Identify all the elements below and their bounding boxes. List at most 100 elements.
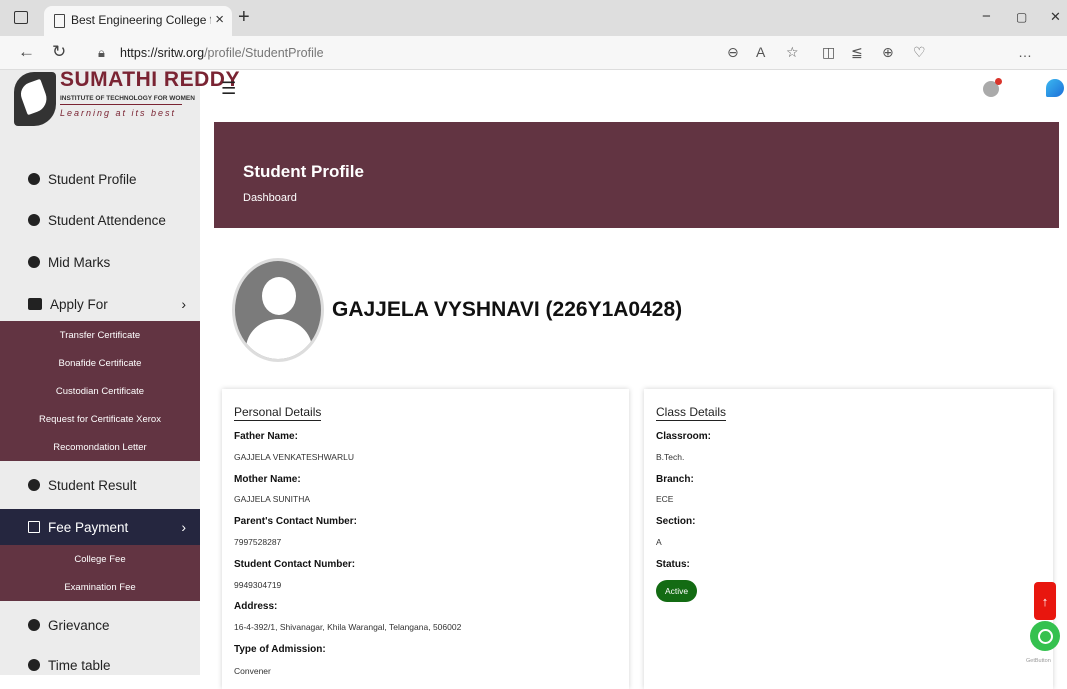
whatsapp-icon: [1037, 628, 1053, 644]
chevron-right-icon: ›: [181, 296, 186, 312]
profile-avatar-icon[interactable]: [983, 78, 1002, 97]
zoom-icon[interactable]: ⊖: [727, 44, 739, 61]
dashboard-icon: [28, 479, 40, 491]
college-logo[interactable]: SUMATHI REDDY INSTITUTE OF TECHNOLOGY FO…: [14, 68, 239, 130]
sidebar-item-mid-marks[interactable]: Mid Marks: [0, 244, 200, 280]
logo-title: SUMATHI REDDY: [60, 68, 240, 91]
chevron-right-icon: ›: [181, 519, 186, 535]
sidebar-item-label: Student Attendence: [48, 212, 166, 228]
sidebar: SUMATHI REDDY INSTITUTE OF TECHNOLOGY FO…: [0, 68, 239, 675]
classroom-label: Classroom:: [656, 431, 712, 442]
avatar: [232, 258, 324, 362]
submenu-transfer-certificate[interactable]: Transfer Certificate: [0, 321, 200, 349]
submenu-college-fee[interactable]: College Fee: [0, 545, 200, 573]
more-menu-icon[interactable]: …: [1018, 44, 1032, 60]
submenu-bonafide-certificate[interactable]: Bonafide Certificate: [0, 349, 200, 377]
close-window-button[interactable]: ✕: [1050, 9, 1061, 25]
classroom-value: B.Tech.: [656, 452, 685, 462]
status-badge: Active: [656, 580, 698, 602]
url-path: /profile/StudentProfile: [204, 46, 324, 60]
tab-close-icon[interactable]: ×: [215, 11, 224, 28]
url-input[interactable]: 🔒︎ https://sritw.org/profile/StudentProf…: [86, 40, 826, 66]
scroll-to-top-button[interactable]: ↑: [1034, 582, 1056, 620]
sidebar-item-grievance[interactable]: Grievance: [0, 607, 200, 643]
page-banner: Student Profile Dashboard: [214, 122, 1059, 228]
lock-icon[interactable]: 🔒︎: [98, 45, 105, 61]
hamburger-menu-icon[interactable]: ☰: [221, 79, 236, 99]
dashboard-icon: [28, 619, 40, 631]
url-host: https://sritw.org: [120, 46, 205, 60]
copilot-icon[interactable]: [1046, 79, 1064, 97]
breadcrumb[interactable]: Dashboard: [243, 192, 297, 204]
class-details-card: Class Details Classroom: B.Tech. Branch:…: [644, 389, 1053, 689]
logo-subtitle: INSTITUTE OF TECHNOLOGY FOR WOMEN: [60, 95, 195, 102]
new-tab-button[interactable]: +: [238, 6, 250, 29]
status-label: Status:: [656, 559, 690, 570]
address-value: 16-4-392/1, Shivanagar, Khila Warangal, …: [234, 622, 462, 632]
read-aloud-icon[interactable]: A: [756, 44, 765, 60]
browser-essentials-icon[interactable]: ♡: [913, 44, 926, 61]
sidebar-item-time-table[interactable]: Time table: [0, 647, 200, 683]
sidebar-item-fee-payment[interactable]: Fee Payment ›: [0, 509, 200, 545]
logo-divider: [60, 104, 182, 105]
minimize-button[interactable]: −: [982, 8, 991, 25]
submenu-custodian-certificate[interactable]: Custodian Certificate: [0, 377, 200, 405]
student-name: GAJJELA VYSHNAVI (226Y1A0428): [332, 298, 683, 321]
favorites-icon[interactable]: ≦: [851, 44, 863, 61]
parent-contact-label: Parent's Contact Number:: [234, 516, 357, 527]
branch-value: ECE: [656, 494, 674, 504]
sidebar-item-label: Apply For: [50, 296, 108, 312]
dashboard-icon: [28, 214, 40, 226]
users-icon: [28, 298, 42, 310]
sidebar-item-label: Fee Payment: [48, 519, 129, 535]
sidebar-item-apply-for[interactable]: Apply For ›: [0, 286, 200, 322]
logo-tagline: Learning at its best: [60, 108, 177, 118]
sidebar-item-student-attendence[interactable]: Student Attendence: [0, 202, 200, 238]
branch-label: Branch:: [656, 474, 694, 485]
sidebar-item-student-result[interactable]: Student Result: [0, 467, 200, 503]
sidebar-item-label: Mid Marks: [48, 254, 111, 270]
sidebar-item-label: Student Profile: [48, 171, 137, 187]
admission-type-label: Type of Admission:: [234, 644, 326, 655]
sidebar-item-label: Time table: [48, 657, 111, 673]
personal-details-title: Personal Details: [234, 405, 322, 421]
dashboard-icon: [28, 173, 40, 185]
submenu-request-certificate-xerox[interactable]: Request for Certificate Xerox: [0, 405, 200, 433]
refresh-icon[interactable]: ↻: [52, 42, 66, 62]
mother-name-label: Mother Name:: [234, 474, 301, 485]
browser-address-bar: ← ↻ 🔒︎ https://sritw.org/profile/Student…: [0, 36, 1067, 97]
collections-icon[interactable]: ⊕: [882, 44, 894, 61]
browser-tab[interactable]: Best Engineering College for Wo ×: [44, 6, 232, 36]
avatar-body: [246, 319, 312, 359]
split-screen-icon[interactable]: ◫: [822, 44, 835, 61]
class-details-title: Class Details: [656, 405, 727, 421]
logo-emblem: [14, 72, 56, 126]
sidebar-item-student-profile[interactable]: Student Profile: [0, 161, 200, 197]
page-title: Student Profile: [243, 162, 364, 181]
fee-payment-submenu: College Fee Examination Fee: [0, 545, 200, 601]
dashboard-icon: [28, 659, 40, 671]
sidebar-item-label: Student Result: [48, 477, 137, 493]
student-contact-label: Student Contact Number:: [234, 559, 356, 570]
browser-tab-bar: Best Engineering College for Wo × + − ▢ …: [0, 0, 1067, 36]
mother-name-value: GAJJELA SUNITHA: [234, 494, 311, 504]
sidebar-item-label: Grievance: [48, 617, 110, 633]
maximize-button[interactable]: ▢: [1016, 10, 1027, 24]
section-value: A: [656, 537, 662, 547]
address-label: Address:: [234, 601, 278, 612]
section-label: Section:: [656, 516, 696, 527]
list-icon: [28, 521, 40, 533]
father-name-value: GAJJELA VENKATESHWARLU: [234, 452, 354, 462]
tab-actions-icon[interactable]: [14, 11, 28, 24]
submenu-recomondation-letter[interactable]: Recomondation Letter: [0, 433, 200, 461]
father-name-label: Father Name:: [234, 431, 298, 442]
favorite-star-icon[interactable]: ☆: [786, 44, 799, 61]
getbutton-credit[interactable]: GetButton: [1026, 658, 1051, 664]
apply-for-submenu: Transfer Certificate Bonafide Certificat…: [0, 321, 200, 461]
page-icon: [54, 14, 65, 28]
submenu-examination-fee[interactable]: Examination Fee: [0, 573, 200, 601]
tab-title: Best Engineering College for Wo: [71, 13, 211, 27]
whatsapp-chat-button[interactable]: [1030, 621, 1060, 651]
back-icon[interactable]: ←: [18, 42, 35, 62]
avatar-head: [262, 277, 296, 315]
